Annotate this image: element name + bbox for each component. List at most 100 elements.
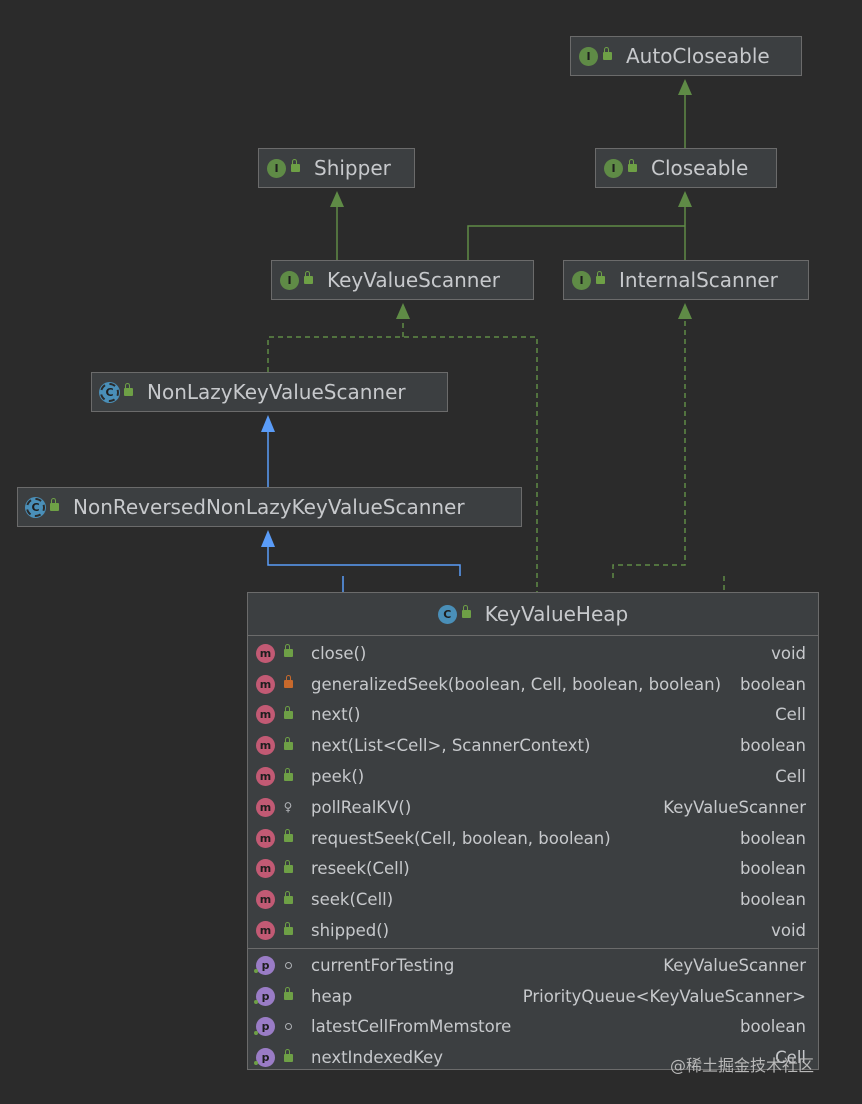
node-label: InternalScanner — [619, 268, 778, 292]
member-name: requestSeek(Cell, boolean, boolean) — [311, 828, 611, 848]
member-name: seek(Cell) — [311, 890, 394, 910]
arrowhead-internalscanner — [678, 303, 692, 319]
method-icon: m — [256, 797, 275, 817]
member-name: next() — [311, 705, 361, 725]
member-name: close() — [311, 643, 367, 663]
property-marker-icon — [254, 968, 258, 973]
package-private-icon — [281, 961, 295, 969]
method-row[interactable]: m peek() Cell — [248, 761, 818, 792]
property-icon: p — [256, 986, 275, 1006]
property-icon: p — [256, 1048, 275, 1068]
public-lock-icon — [281, 767, 295, 781]
public-lock-icon — [281, 829, 295, 843]
member-type: void — [771, 643, 806, 663]
interface-icon: I — [579, 46, 598, 66]
method-icon: m — [256, 921, 275, 941]
member-type: Cell — [775, 705, 806, 725]
abstract-class-icon: C — [100, 382, 119, 402]
node-keyvalueheap[interactable]: C KeyValueHeap m close() void m generalizedS… — [247, 592, 819, 1070]
method-row[interactable]: m reseek(Cell) boolean — [248, 854, 818, 885]
member-name: next(List<Cell>, ScannerContext) — [311, 736, 591, 756]
node-label: NonLazyKeyValueScanner — [147, 380, 406, 404]
method-icon: m — [256, 767, 275, 787]
arrowhead-closeable — [678, 191, 692, 207]
class-title: KeyValueHeap — [484, 602, 629, 626]
member-type: boolean — [740, 828, 806, 848]
member-name: reseek(Cell) — [311, 859, 410, 879]
method-icon: m — [256, 705, 275, 725]
node-label: NonReversedNonLazyKeyValueScanner — [73, 495, 465, 519]
method-icon: m — [256, 674, 275, 694]
member-type: boolean — [740, 736, 806, 756]
member-name: shipped() — [311, 921, 390, 941]
property-marker-icon — [254, 1061, 258, 1066]
public-lock-icon — [291, 159, 300, 172]
public-lock-icon — [628, 159, 637, 172]
watermark: @稀土掘金技术社区 — [670, 1056, 815, 1075]
abstract-class-icon: C — [26, 497, 45, 517]
public-lock-icon — [603, 47, 612, 60]
method-row[interactable]: m close() void — [248, 638, 818, 669]
node-label: Closeable — [651, 156, 749, 180]
edge-heap-extends-nonreversed — [267, 546, 461, 576]
public-lock-icon — [281, 859, 295, 873]
public-lock-icon — [596, 271, 605, 284]
method-icon: m — [256, 828, 275, 848]
member-name: latestCellFromMemstore — [311, 1017, 512, 1037]
field-row[interactable]: p currentForTesting KeyValueScanner — [248, 950, 818, 981]
member-type: PriorityQueue<KeyValueScanner> — [522, 986, 806, 1006]
arrowhead-autocloseable — [678, 79, 692, 95]
public-lock-icon — [461, 605, 471, 618]
member-name: currentForTesting — [311, 955, 455, 975]
class-icon: C — [437, 604, 457, 624]
method-icon: m — [256, 890, 275, 910]
public-lock-icon — [281, 890, 295, 904]
member-name: pollRealKV() — [311, 797, 412, 817]
property-icon: p — [256, 1017, 275, 1037]
public-lock-icon — [304, 271, 313, 284]
arrowhead-nonreversed — [261, 530, 275, 547]
member-type: KeyValueScanner — [663, 955, 806, 975]
node-keyvaluescanner[interactable]: I KeyValueScanner — [271, 260, 534, 300]
public-lock-icon — [124, 383, 133, 396]
class-header: C KeyValueHeap — [248, 593, 818, 636]
node-closeable[interactable]: I Closeable — [595, 148, 777, 188]
method-icon: m — [256, 736, 275, 756]
method-icon: m — [256, 643, 275, 663]
protected-key-icon: ♀ — [283, 800, 293, 815]
method-row[interactable]: m ♀ pollRealKV() KeyValueScanner — [248, 792, 818, 823]
method-row[interactable]: m shipped() void — [248, 915, 818, 946]
field-row[interactable]: p latestCellFromMemstore boolean — [248, 1012, 818, 1043]
public-lock-icon — [281, 736, 295, 750]
arrowhead-shipper — [330, 191, 344, 207]
node-label: Shipper — [314, 156, 391, 180]
field-row[interactable]: p heap PriorityQueue<KeyValueScanner> — [248, 981, 818, 1012]
private-lock-icon — [281, 675, 295, 689]
public-lock-icon — [281, 987, 295, 1001]
methods-section: m close() void m generalizedSeek(boolean, Ce… — [248, 636, 818, 949]
node-shipper[interactable]: I Shipper — [258, 148, 415, 188]
member-type: KeyValueScanner — [663, 797, 806, 817]
node-label: AutoCloseable — [626, 44, 770, 68]
method-row[interactable]: m seek(Cell) boolean — [248, 884, 818, 915]
node-internalscanner[interactable]: I InternalScanner — [563, 260, 809, 300]
method-row[interactable]: m next() Cell — [248, 700, 818, 731]
property-marker-icon — [254, 1030, 258, 1035]
node-nonlazykeyvaluescanner[interactable]: C NonLazyKeyValueScanner — [91, 372, 448, 412]
method-row[interactable]: m requestSeek(Cell, boolean, boolean) bool… — [248, 823, 818, 854]
member-type: boolean — [740, 674, 806, 694]
member-type: boolean — [740, 890, 806, 910]
method-icon: m — [256, 859, 275, 879]
node-autocloseable[interactable]: I AutoCloseable — [570, 36, 802, 76]
node-nonreversednonlazykeyvaluescanner[interactable]: C NonReversedNonLazyKeyValueScanner — [17, 487, 522, 527]
member-type: boolean — [740, 859, 806, 879]
member-name: generalizedSeek(boolean, Cell, boolean, … — [311, 674, 722, 694]
edge-heap-implements-internalscanner — [612, 317, 686, 578]
public-lock-icon — [281, 644, 295, 658]
interface-icon: I — [572, 270, 591, 290]
method-row[interactable]: m generalizedSeek(boolean, Cell, boolean,… — [248, 669, 818, 700]
method-row[interactable]: m next(List<Cell>, ScannerContext) boolean — [248, 730, 818, 761]
public-lock-icon — [50, 498, 59, 511]
interface-icon: I — [604, 158, 623, 178]
member-name: peek() — [311, 767, 365, 787]
